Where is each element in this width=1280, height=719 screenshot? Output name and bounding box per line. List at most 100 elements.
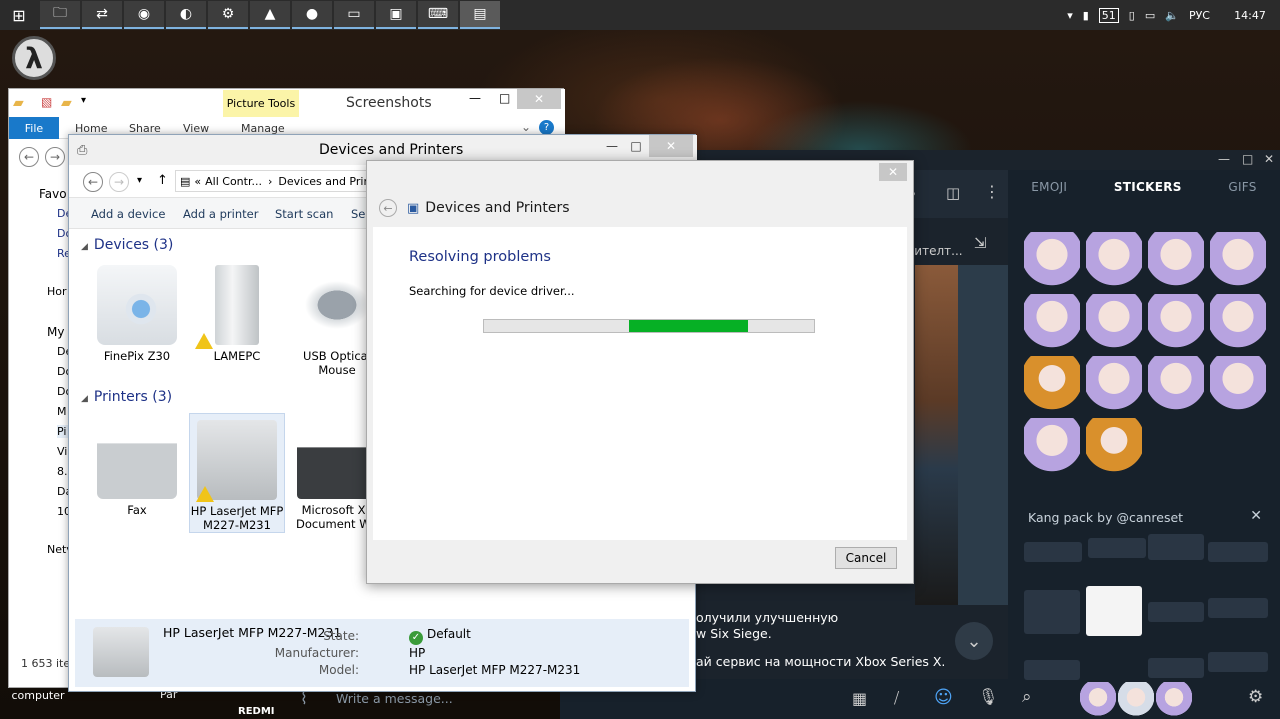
cancel-button[interactable]: Cancel <box>835 547 897 569</box>
sticker[interactable] <box>1210 294 1266 350</box>
pin-icon[interactable]: ⇲ <box>974 234 987 252</box>
sticker[interactable] <box>1086 586 1142 636</box>
back-icon[interactable]: ← <box>83 172 103 192</box>
tray-network-icon[interactable]: ▭ <box>1145 9 1155 22</box>
add-device-button[interactable]: Add a device <box>91 207 165 221</box>
sticker[interactable] <box>1024 418 1080 474</box>
message-input[interactable]: Write a message... <box>336 691 453 706</box>
telegram-minimize-icon[interactable]: — <box>1218 152 1230 166</box>
video-preview[interactable] <box>915 265 958 605</box>
recent-sticker[interactable] <box>1156 682 1192 716</box>
half-life-icon[interactable]: λ <box>12 36 56 80</box>
tray-language[interactable]: РУС <box>1189 9 1210 22</box>
close-icon[interactable]: ✕ <box>1250 508 1262 524</box>
add-printer-button[interactable]: Add a printer <box>183 207 258 221</box>
devices-close-icon[interactable]: ✕ <box>649 135 693 157</box>
ribbon-expand-icon[interactable]: ⌄ <box>521 120 531 134</box>
start-scan-button[interactable]: Start scan <box>275 207 333 221</box>
sticker[interactable] <box>1210 356 1266 412</box>
telegram-close-icon[interactable]: ✕ <box>1264 152 1274 166</box>
sticker[interactable] <box>1024 232 1080 288</box>
sticker[interactable] <box>1024 356 1080 412</box>
taskbar-edge-icon[interactable]: ◐ <box>166 1 206 29</box>
path-separator[interactable]: › <box>268 175 272 188</box>
devices-group-header[interactable]: ◢ Devices (3) <box>81 237 173 253</box>
emoji-icon[interactable]: ☺ <box>934 687 953 708</box>
sticker[interactable] <box>1024 542 1082 562</box>
taskbar-steam-icon[interactable]: ⚙ <box>208 1 248 29</box>
sticker[interactable] <box>1208 542 1268 562</box>
help-icon[interactable]: ? <box>539 120 554 135</box>
taskbar-record-icon[interactable]: ● <box>292 1 332 29</box>
tab-gifs[interactable]: GIFS <box>1228 180 1256 194</box>
tray-badge[interactable]: 51 <box>1098 7 1119 23</box>
properties-icon[interactable]: ▧ <box>41 95 52 109</box>
tray-phone-icon[interactable]: ▯ <box>1129 9 1135 22</box>
up-arrow-icon[interactable]: ↑ <box>157 173 168 188</box>
nav-item[interactable]: 8. <box>57 465 68 478</box>
new-folder-icon[interactable]: ▰ <box>61 95 72 111</box>
explorer-close-icon[interactable]: ✕ <box>517 89 561 109</box>
forward-icon[interactable]: → <box>109 172 129 192</box>
start-button[interactable]: ⊞ <box>0 0 38 30</box>
address-path[interactable]: ▤ « All Contr... › Devices and Prin <box>175 170 375 192</box>
tray-clock[interactable]: 14:47 <box>1220 9 1280 22</box>
sticker[interactable] <box>1148 356 1204 412</box>
recent-sticker[interactable] <box>1080 682 1116 716</box>
scroll-down-button[interactable]: ⌄ <box>955 622 993 660</box>
tab-stickers[interactable]: STICKERS <box>1114 180 1182 194</box>
tray-chevron-icon[interactable]: ▾ <box>1067 9 1073 22</box>
devices-maximize-icon[interactable]: □ <box>625 135 647 157</box>
collapse-triangle-icon[interactable]: ◢ <box>81 242 88 252</box>
device-lamepc[interactable]: LAMEPC <box>189 265 285 363</box>
sticker[interactable] <box>1208 598 1268 618</box>
explorer-back-icon[interactable]: ← <box>19 147 39 167</box>
nav-item[interactable]: Vi <box>57 445 67 458</box>
sticker[interactable] <box>1024 590 1080 634</box>
sticker[interactable] <box>1086 232 1142 288</box>
nav-item[interactable]: M <box>57 405 67 418</box>
nav-item-my-computer[interactable]: My <box>47 325 64 339</box>
telegram-maximize-icon[interactable]: □ <box>1242 152 1253 166</box>
sticker[interactable] <box>1148 602 1204 622</box>
more-menu-icon[interactable]: ⋮ <box>984 182 1000 201</box>
taskbar-devices-icon[interactable]: ⌨ <box>418 1 458 29</box>
sticker[interactable] <box>1024 294 1080 350</box>
path-overflow[interactable]: « <box>194 175 201 188</box>
tray-device-icon[interactable]: ▮ <box>1083 9 1089 22</box>
sticker[interactable] <box>1210 232 1266 288</box>
sticker[interactable] <box>1148 294 1204 350</box>
sticker[interactable] <box>1148 658 1204 678</box>
back-arrow-icon[interactable]: ← <box>379 199 397 217</box>
sticker[interactable] <box>1148 534 1204 560</box>
calendar-icon[interactable]: ▦ <box>852 689 867 708</box>
file-tab[interactable]: File <box>9 117 59 139</box>
tray-volume-icon[interactable]: 🔈 <box>1165 9 1179 22</box>
quick-access-chevron-icon[interactable]: ▾ <box>81 95 86 106</box>
nav-item-homegroup[interactable]: Hor <box>47 285 67 298</box>
printer-hp-laserjet[interactable]: HP LaserJet MFP M227-M231 <box>189 413 285 533</box>
path-segment-control-panel[interactable]: All Contr... <box>205 175 262 188</box>
taskbar-cmd-icon[interactable]: ▣ <box>376 1 416 29</box>
taskbar-network-icon[interactable]: ⇄ <box>82 1 122 29</box>
nav-item-favorites[interactable]: Favo <box>39 187 67 201</box>
microphone-icon[interactable]: 🎙 <box>978 687 998 706</box>
printer-fax[interactable]: Fax <box>89 419 185 517</box>
taskbar-dialog-icon[interactable]: ▤ <box>460 1 500 29</box>
devices-minimize-icon[interactable]: — <box>601 135 623 157</box>
redmi-label[interactable]: REDMI <box>238 706 275 717</box>
printers-group-header[interactable]: ◢ Printers (3) <box>81 389 172 405</box>
sticker-search-icon[interactable]: ⌕ <box>1022 687 1032 707</box>
path-segment-devices[interactable]: Devices and Prin <box>278 175 370 188</box>
explorer-maximize-icon[interactable]: □ <box>499 91 510 105</box>
sidebar-toggle-icon[interactable]: ◫ <box>946 184 960 202</box>
device-finepix[interactable]: FinePix Z30 <box>89 265 185 363</box>
sticker[interactable] <box>1208 652 1268 672</box>
taskbar-monitor-icon[interactable]: ▭ <box>334 1 374 29</box>
taskbar-app2-icon[interactable]: ▲ <box>250 1 290 29</box>
collapse-triangle-icon[interactable]: ◢ <box>81 394 88 404</box>
sticker[interactable] <box>1086 418 1142 474</box>
sticker[interactable] <box>1086 356 1142 412</box>
sticker[interactable] <box>1088 538 1146 558</box>
bot-command-icon[interactable]: ⧸ <box>894 689 899 707</box>
